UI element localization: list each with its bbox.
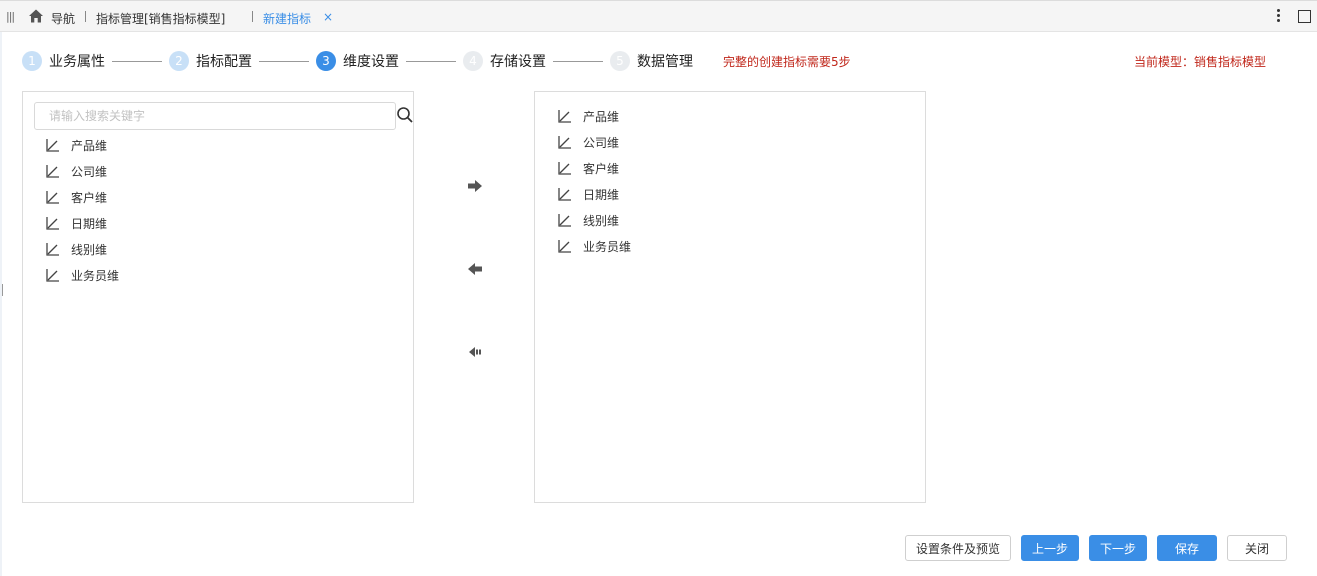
dimension-icon xyxy=(558,240,571,253)
available-dimensions-panel: 产品维 公司维 客户维 日期维 线别维 业务员维 xyxy=(22,91,414,503)
step-connector xyxy=(112,61,162,62)
dimension-icon xyxy=(46,191,59,204)
list-item[interactable]: 公司维 xyxy=(557,129,631,155)
search-input[interactable] xyxy=(34,102,396,130)
side-collapse-bar xyxy=(0,32,2,576)
step-label: 维度设置 xyxy=(343,54,399,70)
close-button[interactable]: 关闭 xyxy=(1227,535,1287,561)
dimension-icon xyxy=(46,243,59,256)
list-item[interactable]: 产品维 xyxy=(45,132,119,158)
arrow-right-icon[interactable] xyxy=(466,178,484,194)
home-icon[interactable] xyxy=(28,8,44,24)
tab-new-metric[interactable]: 新建指标 xyxy=(263,10,311,27)
list-item-label: 客户维 xyxy=(71,190,108,205)
step-label: 业务属性 xyxy=(49,54,105,70)
list-item[interactable]: 公司维 xyxy=(45,158,119,184)
list-item-label: 公司维 xyxy=(71,164,108,179)
dimension-icon xyxy=(46,165,59,178)
arrow-left-icon[interactable] xyxy=(466,261,484,277)
nav-tab[interactable]: 导航 xyxy=(51,10,75,27)
dimension-icon xyxy=(46,139,59,152)
list-item[interactable]: 日期维 xyxy=(45,210,119,236)
step-number: 4 xyxy=(463,51,483,71)
list-item-label: 产品维 xyxy=(71,138,108,153)
list-item-label: 业务员维 xyxy=(583,239,632,254)
list-item[interactable]: 客户维 xyxy=(45,184,119,210)
dimension-icon xyxy=(46,217,59,230)
dimension-icon xyxy=(558,214,571,227)
step-number: 1 xyxy=(22,51,42,71)
step-number: 2 xyxy=(169,51,189,71)
step-connector xyxy=(553,61,603,62)
list-item-label: 线别维 xyxy=(71,242,108,257)
tab-separator xyxy=(85,11,86,22)
list-item[interactable]: 日期维 xyxy=(557,181,631,207)
list-item[interactable]: 线别维 xyxy=(557,207,631,233)
save-button[interactable]: 保存 xyxy=(1157,535,1217,561)
step-connector xyxy=(259,61,309,62)
list-item[interactable]: 业务员维 xyxy=(557,233,631,259)
prev-step-button[interactable]: 上一步 xyxy=(1021,535,1079,561)
step-label: 数据管理 xyxy=(637,54,693,70)
tab-bar: ||| 导航 指标管理[销售指标模型] 新建指标 × xyxy=(0,0,1317,32)
step-2[interactable]: 2 指标配置 xyxy=(169,50,252,72)
step-number: 5 xyxy=(610,51,630,71)
list-item[interactable]: 产品维 xyxy=(557,103,631,129)
search-icon[interactable] xyxy=(396,106,414,124)
step-3[interactable]: 3 维度设置 xyxy=(316,50,399,72)
list-item-label: 客户维 xyxy=(583,161,620,176)
list-item-label: 线别维 xyxy=(583,213,620,228)
list-item[interactable]: 客户维 xyxy=(557,155,631,181)
list-item-label: 日期维 xyxy=(71,216,108,231)
list-item-label: 产品维 xyxy=(583,109,620,124)
list-item[interactable]: 线别维 xyxy=(45,236,119,262)
next-step-button[interactable]: 下一步 xyxy=(1089,535,1147,561)
list-item-label: 日期维 xyxy=(583,187,620,202)
dimension-icon xyxy=(46,269,59,282)
dimension-icon xyxy=(558,136,571,149)
dimension-icon xyxy=(558,162,571,175)
preview-button[interactable]: 设置条件及预览 xyxy=(905,535,1011,561)
list-item-label: 公司维 xyxy=(583,135,620,150)
list-item[interactable]: 业务员维 xyxy=(45,262,119,288)
available-dimension-list: 产品维 公司维 客户维 日期维 线别维 业务员维 xyxy=(45,132,119,288)
current-model-label: 当前模型：销售指标模型 xyxy=(1134,55,1267,69)
step-5[interactable]: 5 数据管理 xyxy=(610,50,693,72)
selected-dimension-list: 产品维 公司维 客户维 日期维 线别维 业务员维 xyxy=(557,103,631,259)
step-4[interactable]: 4 存储设置 xyxy=(463,50,546,72)
step-1[interactable]: 1 业务属性 xyxy=(22,50,105,72)
step-label: 存储设置 xyxy=(490,54,546,70)
step-label: 指标配置 xyxy=(196,54,252,70)
menu-grip-icon[interactable]: ||| xyxy=(6,10,15,23)
arrow-left-all-icon[interactable] xyxy=(466,344,484,360)
steps-note: 完整的创建指标需要5步 xyxy=(723,55,851,69)
more-vertical-icon[interactable] xyxy=(1272,7,1284,25)
step-wizard: 1 业务属性 2 指标配置 3 维度设置 4 存储设置 5 数据管理 完整的创建… xyxy=(0,50,1317,74)
list-item-label: 业务员维 xyxy=(71,268,120,283)
tab-close-icon[interactable]: × xyxy=(323,10,333,24)
selected-dimensions-panel: 产品维 公司维 客户维 日期维 线别维 业务员维 xyxy=(534,91,926,503)
dimension-icon xyxy=(558,110,571,123)
step-connector xyxy=(406,61,456,62)
dimension-icon xyxy=(558,188,571,201)
step-number: 3 xyxy=(316,51,336,71)
side-collapse-handle[interactable] xyxy=(2,284,3,296)
maximize-icon[interactable] xyxy=(1298,10,1311,23)
tab-metric-management[interactable]: 指标管理[销售指标模型] xyxy=(96,10,225,27)
tab-separator xyxy=(252,11,253,22)
